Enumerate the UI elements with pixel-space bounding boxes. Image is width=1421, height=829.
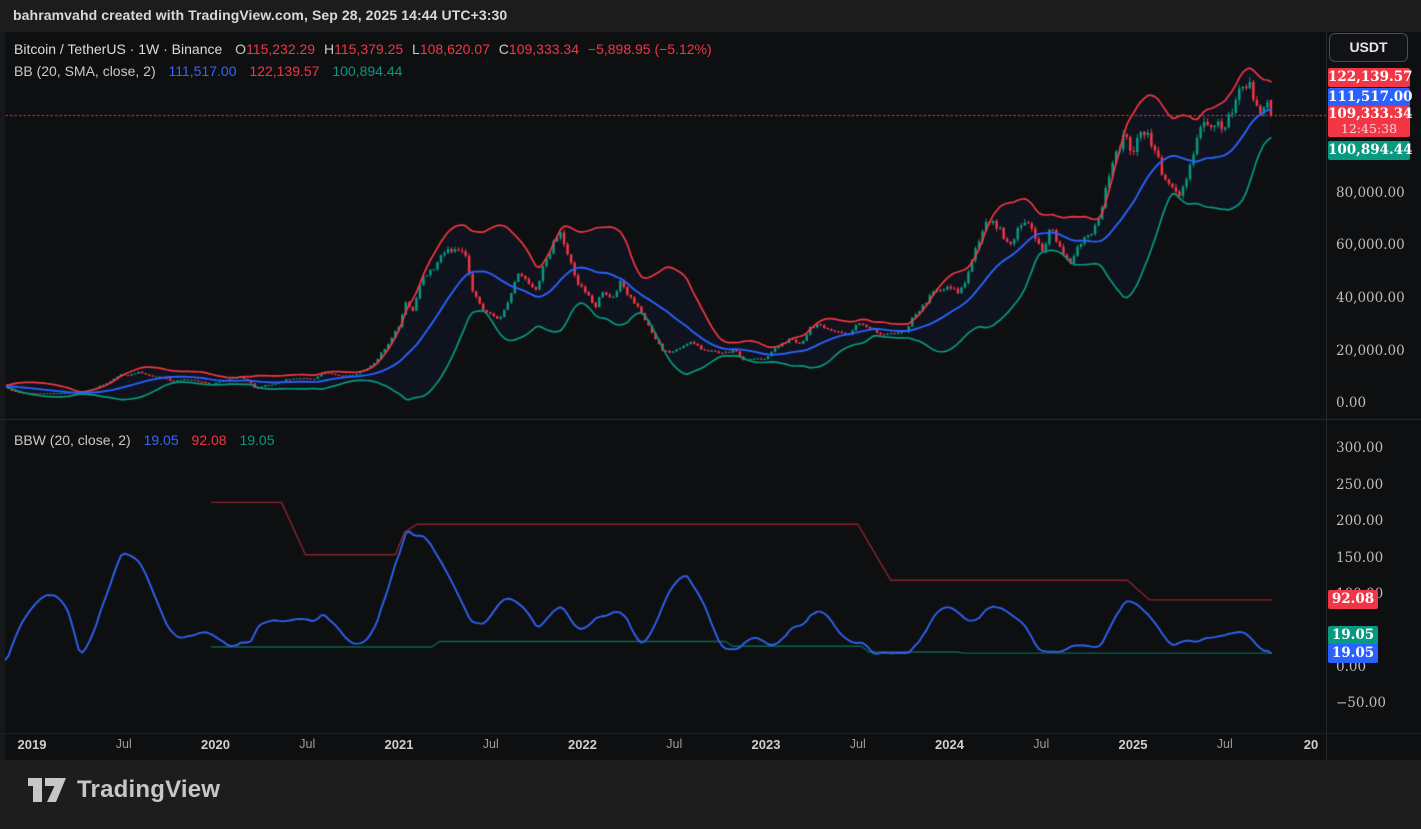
price-and-bbw-chart-canvas[interactable] — [0, 32, 1326, 760]
time-axis-month-label: Jul — [1217, 737, 1233, 751]
axis-tick-label: 250.00 — [1336, 477, 1383, 493]
bbw-value-label: 19.05 — [1328, 644, 1378, 663]
time-axis-year-label: 2020 — [201, 737, 230, 752]
low-value: 108,620.07 — [420, 41, 490, 57]
time-axis-year-label: 2025 — [1119, 737, 1148, 752]
footer-bar: TradingView — [0, 760, 1421, 829]
time-axis-year-label: 2024 — [935, 737, 964, 752]
bb-basis-value: 111,517.00 — [169, 63, 237, 79]
bbw-legend: BBW (20, close, 2) 19.05 92.08 19.05 — [14, 429, 275, 451]
axis-tick-label: 200.00 — [1336, 513, 1383, 529]
axis-tick-label: 20,000.00 — [1336, 343, 1405, 359]
symbol-legend: Bitcoin / TetherUS · 1W · Binance O115,2… — [14, 38, 712, 82]
attribution-text: bahramvahd created with TradingView.com,… — [13, 7, 507, 23]
time-axis-month-label: Jul — [483, 737, 499, 751]
chart-left-edge — [0, 32, 5, 760]
close-label: C — [499, 41, 509, 57]
time-axis-year-label: 20 — [1304, 737, 1318, 752]
open-value: 115,232.29 — [246, 41, 315, 57]
time-axis-year-label: 2021 — [385, 737, 414, 752]
bbw-legend-row: BBW (20, close, 2) 19.05 92.08 19.05 — [14, 429, 275, 451]
bbw-lowest-value: 19.05 — [239, 432, 274, 448]
bb-legend-row: BB (20, SMA, close, 2) 111,517.00 122,13… — [14, 60, 712, 82]
high-value: 115,379.25 — [334, 41, 403, 57]
time-axis-month-label: Jul — [666, 737, 682, 751]
close-value: 109,333.34 — [509, 41, 579, 57]
symbol-legend-row: Bitcoin / TetherUS · 1W · Binance O115,2… — [14, 38, 712, 60]
high-label: H — [324, 41, 334, 57]
last-price-value: 109,333.34 — [1328, 106, 1413, 122]
price-axis-scale[interactable]: 122,139.57 111,517.00 109,333.34 12:45:3… — [1327, 32, 1421, 760]
axis-tick-label: 80,000.00 — [1336, 185, 1405, 201]
bb-upper-value: 122,139.57 — [249, 63, 319, 79]
time-axis-month-label: Jul — [850, 737, 866, 751]
bbw-indicator-title[interactable]: BBW (20, close, 2) — [14, 432, 131, 448]
bb-indicator-title[interactable]: BB (20, SMA, close, 2) — [14, 63, 156, 79]
axis-tick-label: 60,000.00 — [1336, 237, 1405, 253]
axis-tick-label: 40,000.00 — [1336, 290, 1405, 306]
symbol-title[interactable]: Bitcoin / TetherUS · 1W · Binance — [14, 41, 222, 57]
bar-countdown: 12:45:38 — [1328, 122, 1410, 136]
bb-lower-price-label: 100,894.44 — [1328, 141, 1410, 160]
pane-divider[interactable] — [0, 419, 1421, 420]
open-label: O — [235, 41, 246, 57]
low-label: L — [412, 41, 420, 57]
tradingview-brand-link[interactable]: TradingView — [28, 776, 220, 804]
bbw-highest-label: 92.08 — [1328, 590, 1378, 609]
bbw-lowest-label: 19.05 — [1328, 626, 1378, 645]
currency-toggle-button[interactable]: USDT — [1329, 33, 1408, 62]
bbw-value: 19.05 — [144, 432, 179, 448]
axis-tick-label: 300.00 — [1336, 440, 1383, 456]
time-axis-year-label: 2019 — [18, 737, 47, 752]
bb-lower-value: 100,894.44 — [332, 63, 402, 79]
time-axis-month-label: Jul — [1033, 737, 1049, 751]
time-axis-month-label: Jul — [299, 737, 315, 751]
bb-upper-price-label: 122,139.57 — [1328, 68, 1410, 87]
tradingview-chart-window: bahramvahd created with TradingView.com,… — [0, 0, 1421, 829]
tradingview-logo-icon — [28, 778, 66, 802]
time-axis-year-label: 2023 — [752, 737, 781, 752]
axis-tick-label: 150.00 — [1336, 550, 1383, 566]
time-axis-month-label: Jul — [116, 737, 132, 751]
last-price-label: 109,333.34 12:45:38 — [1328, 106, 1410, 137]
tradingview-wordmark: TradingView — [77, 776, 220, 804]
bbw-highest-value: 92.08 — [192, 432, 227, 448]
axis-tick-label: −50.00 — [1336, 695, 1386, 711]
attribution-bar: bahramvahd created with TradingView.com,… — [0, 0, 1421, 32]
axis-tick-label: 0.00 — [1336, 395, 1366, 411]
time-axis-year-label: 2022 — [568, 737, 597, 752]
bb-basis-price-label: 111,517.00 — [1328, 88, 1410, 107]
change-value: −5,898.95 (−5.12%) — [588, 41, 712, 57]
time-axis-scale[interactable]: 2019 Jul 2020 Jul 2021 Jul 2022 Jul 2023 Jul 2024 J… — [0, 734, 1326, 760]
